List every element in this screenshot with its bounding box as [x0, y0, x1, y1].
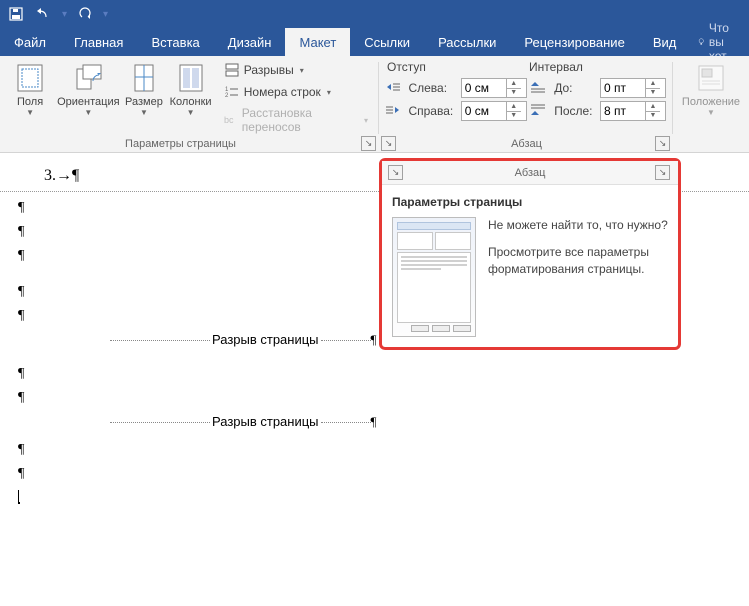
svg-text:bc: bc: [224, 115, 234, 125]
paragraph-launcher[interactable]: ↘: [655, 136, 670, 151]
position-button: Положение ▼: [679, 60, 743, 119]
dropdown-icon: ▼: [140, 108, 148, 117]
tooltip-title: Параметры страницы: [392, 195, 668, 209]
position-icon: [695, 62, 727, 94]
spacing-heading: Интервал: [529, 60, 583, 74]
margins-button[interactable]: Поля ▼: [6, 60, 54, 119]
columns-icon: [175, 62, 207, 94]
orientation-icon: [72, 62, 104, 94]
pilcrow: ¶: [18, 390, 749, 406]
spin-up-icon[interactable]: ▲: [507, 102, 521, 112]
space-before-spinner[interactable]: ▲▼: [600, 78, 666, 98]
undo-button[interactable]: [34, 4, 54, 24]
tooltip-launcher-right[interactable]: ↘: [655, 165, 670, 180]
dropdown-icon: ▾: [300, 66, 304, 75]
spin-up-icon[interactable]: ▲: [507, 79, 521, 89]
qat-customize[interactable]: ▾: [103, 9, 108, 20]
tab-references[interactable]: Ссылки: [350, 28, 424, 56]
spin-down-icon[interactable]: ▼: [507, 89, 521, 98]
size-icon: [128, 62, 160, 94]
pilcrow: ¶: [18, 366, 749, 382]
space-before-icon: [531, 80, 547, 96]
breaks-button[interactable]: Разрывы ▾: [220, 60, 372, 80]
breaks-label: Разрывы: [244, 63, 294, 77]
hyphenation-button: bc Расстановка переносов ▾: [220, 104, 372, 136]
pilcrow: ¶: [18, 466, 749, 482]
columns-label: Колонки: [170, 96, 212, 108]
dropdown-icon: ▼: [187, 108, 195, 117]
line-numbers-icon: 12: [224, 84, 240, 100]
pilcrow: ¶: [18, 442, 749, 458]
tooltip-launcher-left[interactable]: ↘: [388, 165, 403, 180]
lightbulb-icon: [698, 35, 704, 49]
line-numbers-label: Номера строк: [244, 85, 321, 99]
spin-down-icon[interactable]: ▼: [507, 112, 521, 121]
dropdown-icon: ▼: [707, 108, 715, 117]
tooltip-thumbnail: [392, 217, 476, 337]
indent-right-spinner[interactable]: ▲▼: [461, 101, 527, 121]
paragraph-launcher-left[interactable]: ↘: [381, 136, 396, 151]
spin-down-icon[interactable]: ▼: [646, 112, 660, 121]
page-setup-tooltip: ↘ Абзац ↘ Параметры страницы Не можете н…: [379, 158, 681, 350]
space-after-spinner[interactable]: ▲▼: [600, 101, 666, 121]
tooltip-question: Не можете найти то, что нужно?: [488, 217, 668, 234]
tab-review[interactable]: Рецензирование: [510, 28, 638, 56]
redo-button[interactable]: [75, 4, 95, 24]
dropdown-icon: ▼: [26, 108, 34, 117]
indent-right-input[interactable]: [462, 102, 506, 120]
dropdown-icon: ▾: [364, 116, 368, 125]
space-before-label: До:: [554, 81, 596, 95]
space-after-label: После:: [554, 104, 596, 118]
tab-view[interactable]: Вид: [639, 28, 691, 56]
position-label: Положение: [682, 96, 740, 108]
space-after-input[interactable]: [601, 102, 645, 120]
margins-icon: [14, 62, 46, 94]
qat-separator: ▾: [62, 9, 67, 20]
tab-file[interactable]: Файл: [0, 28, 60, 56]
tooltip-head-label: Абзац: [515, 167, 546, 179]
margins-label: Поля: [17, 96, 43, 108]
breaks-icon: [224, 62, 240, 78]
tab-home[interactable]: Главная: [60, 28, 137, 56]
svg-text:2: 2: [225, 93, 229, 99]
indent-left-label: Слева:: [408, 81, 456, 95]
indent-left-input[interactable]: [462, 79, 506, 97]
orientation-button[interactable]: Ориентация ▼: [56, 60, 120, 119]
orientation-label: Ориентация: [57, 96, 119, 108]
tab-mailings[interactable]: Рассылки: [424, 28, 510, 56]
tab-design[interactable]: Дизайн: [214, 28, 286, 56]
tab-insert[interactable]: Вставка: [137, 28, 213, 56]
hyphenation-label: Расстановка переносов: [242, 106, 358, 134]
paragraph-group-label: Абзац: [398, 138, 655, 150]
size-button[interactable]: Размер ▼: [122, 60, 165, 119]
text-cursor: [18, 490, 20, 504]
page-setup-group-label: Параметры страницы: [0, 138, 361, 150]
dropdown-icon: ▼: [84, 108, 92, 117]
page-break-marker: Разрыв страницы¶: [110, 414, 749, 430]
space-after-icon: [531, 103, 547, 119]
spin-up-icon[interactable]: ▲: [646, 79, 660, 89]
page-setup-launcher[interactable]: ↘: [361, 136, 376, 151]
tab-layout[interactable]: Макет: [285, 28, 350, 56]
tell-me[interactable]: Что вы хот: [690, 28, 749, 56]
columns-button[interactable]: Колонки ▼: [167, 60, 213, 119]
dropdown-icon: ▾: [327, 88, 331, 97]
tooltip-description: Просмотрите все параметры форматирования…: [488, 244, 668, 278]
spin-down-icon[interactable]: ▼: [646, 89, 660, 98]
size-label: Размер: [125, 96, 163, 108]
indent-right-label: Справа:: [408, 104, 456, 118]
space-before-input[interactable]: [601, 79, 645, 97]
indent-left-spinner[interactable]: ▲▼: [461, 78, 527, 98]
indent-heading: Отступ: [387, 60, 426, 74]
spin-up-icon[interactable]: ▲: [646, 102, 660, 112]
line-numbers-button[interactable]: 12 Номера строк ▾: [220, 82, 372, 102]
hyphenation-icon: bc: [224, 112, 238, 128]
indent-left-icon: [385, 80, 401, 96]
indent-right-icon: [385, 103, 401, 119]
save-button[interactable]: [6, 4, 26, 24]
